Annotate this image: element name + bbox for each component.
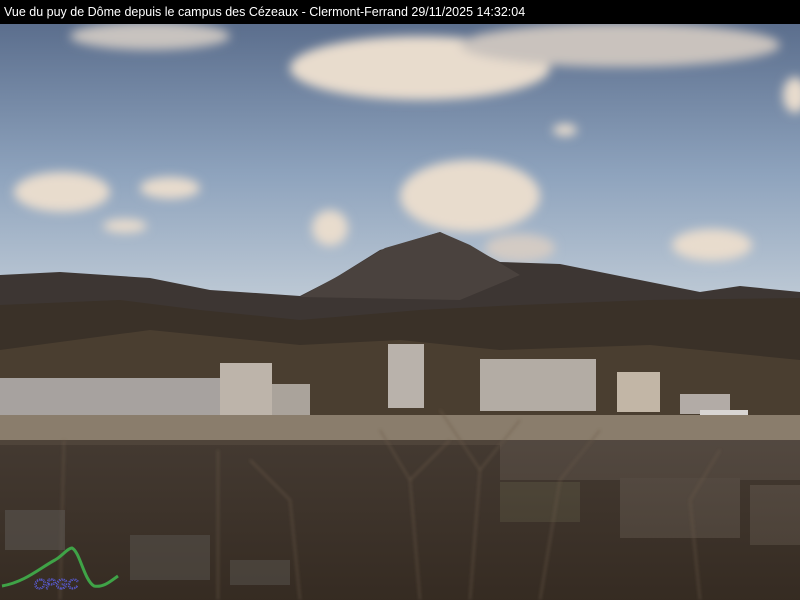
webcam-photo [0,24,800,600]
caption-title: Vue du puy de Dôme depuis le campus des … [4,5,408,19]
opgc-logo: OPGC [1,546,119,594]
caption-timestamp: 29/11/2025 14:32:04 [411,5,526,19]
caption-bar: Vue du puy de Dôme depuis le campus des … [0,0,800,24]
logo-text: OPGC [34,576,78,593]
webcam-view: Vue du puy de Dôme depuis le campus des … [0,0,800,600]
